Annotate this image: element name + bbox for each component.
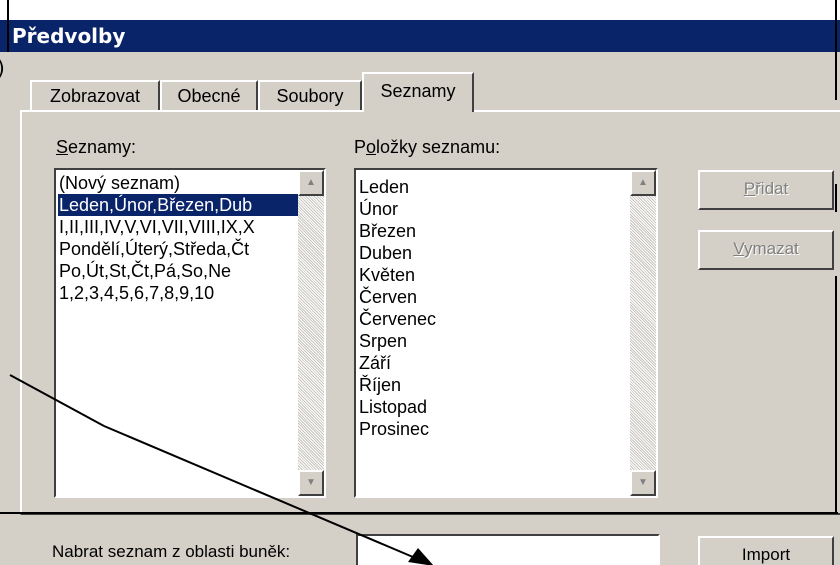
scroll-down-arrow-icon[interactable]: ▼ (630, 470, 656, 496)
entries-item[interactable]: Červenec (358, 308, 630, 330)
entries-item[interactable]: Říjen (358, 374, 630, 396)
lists-listbox[interactable]: (Nový seznam) Leden,Únor,Březen,Dub I,II,I… (54, 168, 326, 498)
dialog-title: Předvolby (0, 20, 840, 52)
import-range-label: Nabrat seznam z oblasti buněk: (52, 542, 291, 561)
lists-item[interactable]: I,II,III,IV,V,VI,VII,VIII,IX,X (58, 216, 298, 238)
entries-item[interactable]: Srpen (358, 330, 630, 352)
entries-item[interactable]: Prosinec (358, 418, 630, 440)
tab-soubory[interactable]: Soubory (258, 80, 362, 112)
entries-items: Leden Únor Březen Duben Květen Červen Červenec… (358, 176, 630, 440)
lists-item[interactable]: Pondělí,Úterý,Středa,Čt (58, 238, 298, 260)
tab-obecne[interactable]: Obecné (160, 80, 258, 112)
preferences-dialog: Předvolby Zobrazovat Obecné Soubory Sezn… (0, 20, 840, 565)
entries-item[interactable]: Duben (358, 242, 630, 264)
entries-scrollbar[interactable]: ▲ ▼ (630, 170, 656, 496)
tab-zobrazovat[interactable]: Zobrazovat (30, 80, 160, 112)
lists-items: (Nový seznam) Leden,Únor,Březen,Dub I,II,I… (58, 172, 298, 304)
lists-item[interactable]: 1,2,3,4,5,6,7,8,9,10 (58, 282, 298, 304)
import-button[interactable]: Import (698, 536, 834, 565)
lists-scrollbar[interactable]: ▲ ▼ (298, 170, 324, 496)
entries-item[interactable]: Září (358, 352, 630, 374)
tab-seznamy[interactable]: Seznamy (362, 72, 474, 112)
entries-listbox[interactable]: Leden Únor Březen Duben Květen Červen Červenec… (354, 168, 658, 498)
delete-button[interactable]: Vymazat (698, 230, 834, 270)
annotation-bracket: ) (0, 56, 5, 80)
add-button[interactable]: Přidat (698, 170, 834, 210)
lists-label: Seznamy: (56, 137, 137, 157)
entries-item[interactable]: Leden (358, 176, 630, 198)
scroll-down-arrow-icon[interactable]: ▼ (298, 470, 324, 496)
lists-item[interactable]: Leden,Únor,Březen,Dub (58, 194, 298, 216)
entries-item[interactable]: Únor (358, 198, 630, 220)
entries-item[interactable]: Květen (358, 264, 630, 286)
entries-item[interactable]: Červen (358, 286, 630, 308)
entries-item[interactable]: Listopad (358, 396, 630, 418)
import-range-input[interactable] (356, 534, 660, 565)
lists-item[interactable]: Po,Út,St,Čt,Pá,So,Ne (58, 260, 298, 282)
entries-label: Položky seznamu: (354, 137, 501, 157)
scroll-up-arrow-icon[interactable]: ▲ (298, 170, 324, 196)
entries-item[interactable]: Březen (358, 220, 630, 242)
lists-item[interactable]: (Nový seznam) (58, 172, 298, 194)
scroll-up-arrow-icon[interactable]: ▲ (630, 170, 656, 196)
frame-edge (0, 78, 8, 108)
